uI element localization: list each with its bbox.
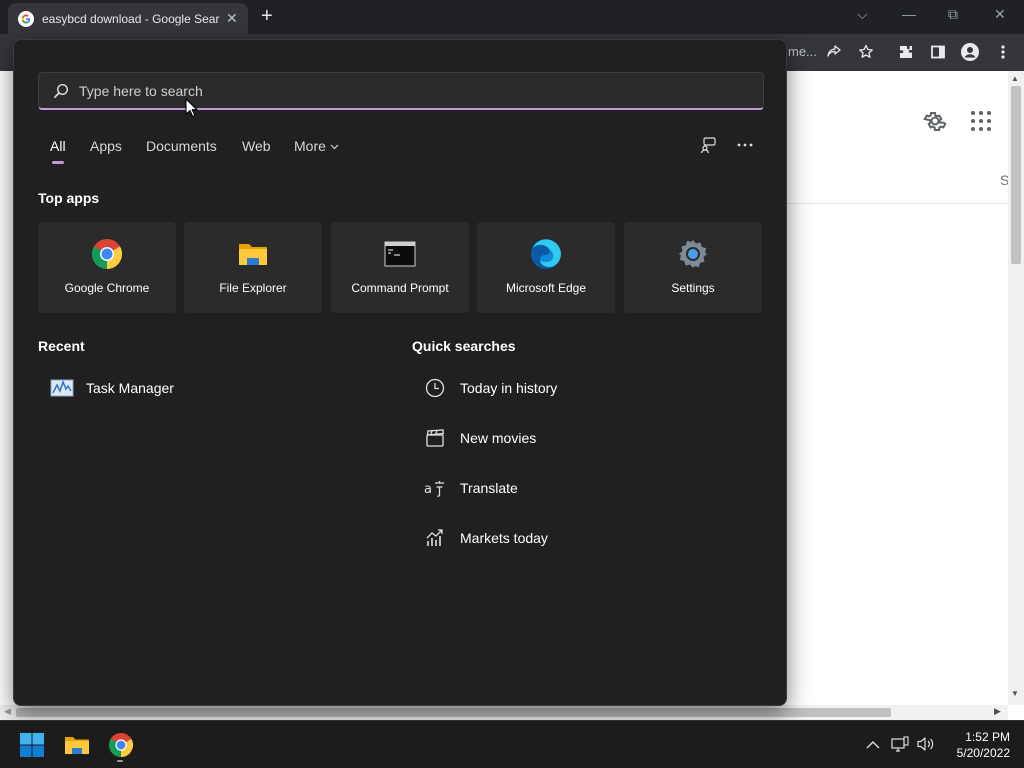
recent-item-task-manager[interactable]: Task Manager: [50, 378, 174, 398]
network-icon[interactable]: [891, 735, 909, 753]
app-tile-microsoft-edge[interactable]: Microsoft Edge: [477, 222, 615, 313]
new-tab-button[interactable]: +: [261, 6, 273, 26]
app-label: Command Prompt: [351, 281, 449, 295]
chart-icon: [424, 527, 446, 549]
quick-search-label: Translate: [460, 480, 518, 496]
mouse-cursor-icon: [185, 98, 198, 118]
app-label: Google Chrome: [64, 281, 150, 295]
top-apps-title: Top apps: [38, 190, 100, 206]
gear-icon: [679, 240, 707, 268]
taskbar-time[interactable]: 1:52 PM: [940, 730, 1010, 744]
tab-close-icon[interactable]: ✕: [226, 10, 238, 27]
settings-gear-icon[interactable]: [923, 109, 947, 133]
app-tile-settings[interactable]: Settings: [624, 222, 762, 313]
scroll-up-arrow-icon[interactable]: ▲: [1011, 74, 1019, 83]
tab-title: easybcd download - Google Search: [42, 11, 220, 26]
running-app-indicator: [117, 760, 123, 762]
recent-item-label: Task Manager: [86, 380, 174, 396]
scroll-right-arrow-icon[interactable]: ▶: [994, 706, 1001, 717]
translate-icon: a: [424, 477, 446, 499]
side-panel-icon[interactable]: [928, 42, 948, 62]
chevron-up-icon[interactable]: [864, 735, 882, 753]
app-tile-file-explorer[interactable]: File Explorer: [184, 222, 322, 313]
command-prompt-icon: [384, 241, 416, 267]
page-divider: [787, 203, 1008, 204]
scroll-left-arrow-icon[interactable]: ◀: [4, 706, 11, 717]
taskbar-date[interactable]: 5/20/2022: [940, 746, 1010, 760]
more-options-icon[interactable]: [735, 135, 755, 155]
task-manager-icon: [50, 379, 74, 397]
chrome-taskbar-icon[interactable]: [108, 732, 134, 758]
recent-title: Recent: [38, 338, 85, 354]
tab-documents[interactable]: Documents: [146, 138, 217, 154]
search-feedback-icon[interactable]: [699, 135, 719, 155]
restore-button[interactable]: ⧉: [948, 6, 958, 23]
quick-searches-title: Quick searches: [412, 338, 516, 354]
active-tab-indicator: [52, 161, 64, 164]
clock-icon: [424, 377, 446, 399]
google-favicon-icon: [18, 10, 34, 27]
search-icon: [53, 83, 69, 98]
profile-avatar-icon[interactable]: [960, 42, 980, 62]
chevron-down-icon: [330, 144, 339, 150]
chrome-menu-icon[interactable]: [993, 42, 1013, 62]
tab-all[interactable]: All: [50, 138, 66, 154]
app-tile-google-chrome[interactable]: Google Chrome: [38, 222, 176, 313]
windows-start-icon[interactable]: [19, 732, 45, 758]
search-input[interactable]: [79, 82, 719, 99]
google-apps-icon[interactable]: [971, 111, 991, 131]
bookmark-star-icon[interactable]: [856, 42, 876, 62]
clapperboard-icon: [424, 427, 446, 449]
chrome-icon: [91, 239, 123, 269]
tab-web[interactable]: Web: [242, 138, 271, 154]
share-icon[interactable]: [824, 42, 844, 62]
volume-icon[interactable]: [917, 735, 935, 753]
folder-icon: [239, 244, 267, 265]
close-window-button[interactable]: ✕: [994, 6, 1006, 23]
search-box[interactable]: [38, 72, 764, 110]
file-explorer-taskbar-icon[interactable]: [64, 732, 90, 758]
quick-search-today-in-history[interactable]: Today in history: [424, 377, 557, 399]
tab-more[interactable]: More: [294, 138, 339, 154]
browser-tab[interactable]: easybcd download - Google Search ✕: [8, 3, 248, 34]
horizontal-scrollbar-thumb[interactable]: [16, 708, 891, 717]
quick-search-translate[interactable]: a Translate: [424, 477, 518, 499]
tab-apps[interactable]: Apps: [90, 138, 122, 154]
app-label: Settings: [671, 281, 715, 295]
omnibox-text-fragment[interactable]: me...: [788, 44, 817, 59]
tab-more-label: More: [294, 138, 326, 154]
edge-icon: [531, 239, 561, 269]
quick-search-label: Today in history: [460, 380, 558, 396]
quick-search-new-movies[interactable]: New movies: [424, 427, 536, 449]
extensions-icon[interactable]: [896, 42, 916, 62]
tab-search-icon[interactable]: ⌵: [857, 6, 868, 23]
quick-search-markets-today[interactable]: Markets today: [424, 527, 548, 549]
vertical-scrollbar-thumb[interactable]: [1011, 86, 1021, 264]
scroll-down-arrow-icon[interactable]: ▼: [1011, 689, 1019, 698]
svg-text:a: a: [424, 482, 432, 497]
quick-search-label: New movies: [460, 430, 537, 446]
app-tile-command-prompt[interactable]: Command Prompt: [331, 222, 469, 313]
quick-search-label: Markets today: [460, 530, 548, 546]
windows-search-panel: All Apps Documents Web More Top apps Goo…: [13, 39, 787, 706]
minimize-button[interactable]: —: [902, 6, 916, 22]
app-label: File Explorer: [219, 281, 287, 295]
app-label: Microsoft Edge: [505, 281, 587, 295]
